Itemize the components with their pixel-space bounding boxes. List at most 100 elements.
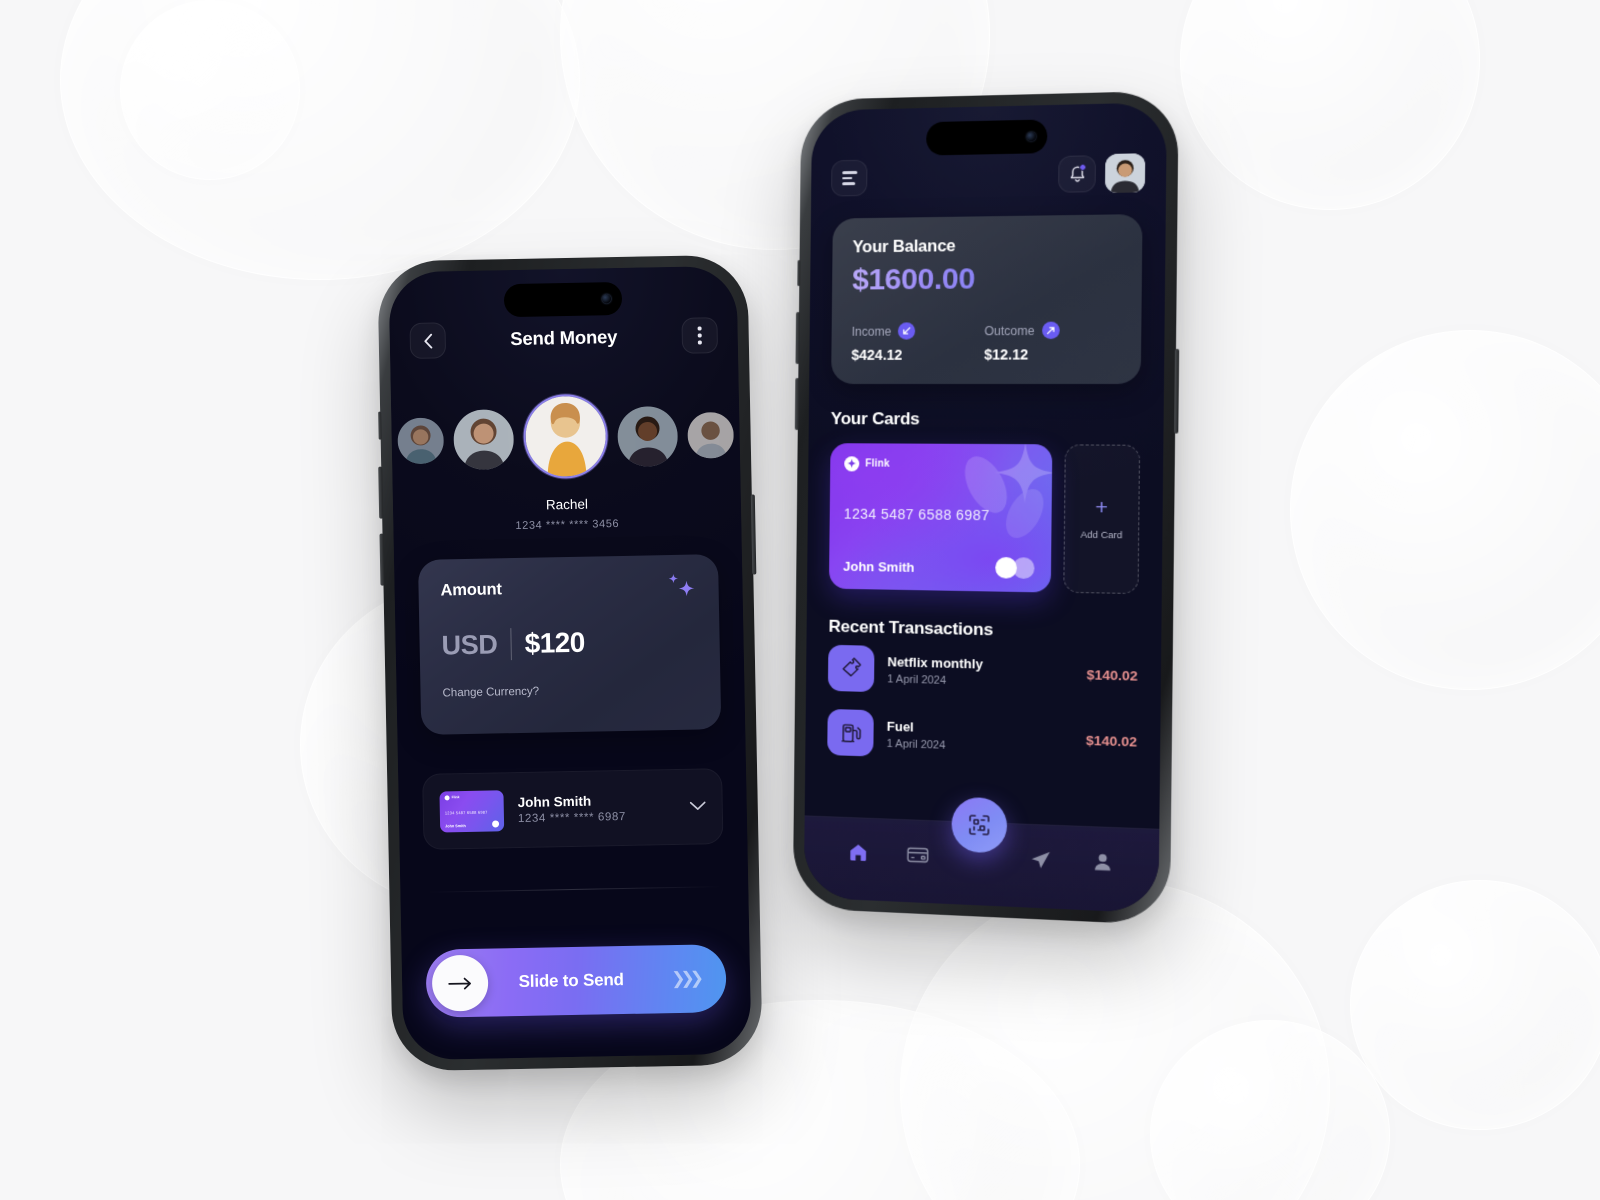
section-divider (426, 886, 723, 893)
transaction-date: 1 April 2024 (886, 737, 946, 752)
back-button[interactable] (409, 322, 447, 360)
income-value: $424.12 (851, 346, 903, 363)
change-currency-link[interactable]: Change Currency? (442, 683, 698, 700)
income-block: Income $424.12 (851, 322, 984, 363)
profile-avatar[interactable] (1104, 153, 1146, 194)
balance-amount: $1600.00 (852, 261, 1121, 298)
silent-switch[interactable] (378, 411, 382, 440)
more-options-button[interactable] (681, 317, 719, 354)
income-badge (898, 322, 916, 340)
home-header (811, 150, 1166, 201)
contact-name: Rachel (545, 496, 589, 513)
fuel-pump-icon (839, 721, 862, 745)
profile-icon (1094, 853, 1111, 871)
menu-button[interactable] (831, 159, 868, 197)
expand-card-selector-button[interactable] (689, 797, 706, 815)
sparkles-icon (668, 574, 695, 597)
card-number: 1234 5487 6588 6987 (843, 505, 990, 524)
card-selector[interactable]: Flink 1234 5487 6588 6987 John Smith Joh… (422, 768, 724, 850)
slide-to-send-button[interactable]: Slide to Send ❯ ❯ ❯ (425, 944, 727, 1018)
transaction-amount: $140.02 (1086, 666, 1138, 684)
home-icon (850, 843, 866, 861)
card-brand-name: Flink (865, 458, 890, 470)
currency-code: USD (441, 629, 498, 661)
dynamic-island (503, 281, 623, 318)
transaction-icon-wrap (827, 644, 875, 693)
volume-down-button[interactable] (794, 378, 800, 431)
nav-home-button[interactable] (843, 836, 873, 867)
income-label: Income (851, 324, 892, 339)
nav-send-button[interactable] (1025, 844, 1056, 876)
plus-icon: + (1095, 495, 1109, 520)
add-card-button[interactable]: + Add Card (1063, 444, 1141, 595)
contact-avatar[interactable] (453, 408, 515, 470)
contact-carousel[interactable] (391, 382, 741, 494)
recent-transactions-title: Recent Transactions (828, 616, 994, 640)
send-icon (1031, 850, 1050, 869)
contact-avatar[interactable] (617, 405, 679, 467)
transaction-row[interactable]: Netflix monthly 1 April 2024 $140.02 (827, 644, 1138, 699)
amount-label: Amount (440, 580, 502, 600)
contact-avatar[interactable] (687, 411, 735, 459)
slide-chevrons-icon: ❯ ❯ ❯ (671, 968, 705, 989)
notifications-button[interactable] (1058, 155, 1096, 193)
mini-card-number: 1234 5487 6588 6987 (444, 809, 488, 815)
your-cards-title: Your Cards (830, 409, 920, 429)
transaction-details: Netflix monthly 1 April 2024 (887, 654, 1073, 690)
volume-down-button[interactable] (379, 533, 385, 586)
avatar-image (524, 395, 607, 477)
mini-card-brand: Flink (444, 794, 460, 800)
menu-icon (841, 171, 857, 185)
amount-card[interactable]: Amount USD $120 Change Currency? (417, 554, 722, 735)
volume-up-button[interactable] (378, 466, 384, 519)
card-decoration-icon (956, 443, 1053, 545)
arrow-up-right-icon (1046, 326, 1055, 335)
balance-title: Your Balance (852, 237, 956, 257)
card-holder-name: John Smith (517, 793, 592, 811)
amount-value: $120 (524, 626, 585, 659)
nav-cards-button[interactable] (903, 839, 934, 871)
chevron-down-icon (689, 801, 706, 810)
outcome-badge (1041, 321, 1060, 340)
more-vertical-icon (697, 326, 702, 345)
outcome-block: Outcome $12.12 (984, 321, 1120, 363)
slide-to-send-label: Slide to Send (518, 970, 624, 992)
volume-up-button[interactable] (795, 312, 801, 365)
avatar-image (617, 405, 679, 467)
card-brand: Flink (844, 456, 890, 472)
silent-switch[interactable] (797, 260, 801, 287)
mini-card-logo (492, 819, 500, 828)
balance-card: Your Balance $1600.00 Income $424.12 Out… (831, 214, 1143, 385)
income-outcome-row: Income $424.12 Outcome $12.12 (851, 321, 1120, 363)
bubble-decoration (1290, 330, 1600, 690)
power-button[interactable] (1174, 348, 1180, 434)
contact-avatar[interactable] (397, 416, 445, 464)
transaction-amount: $140.02 (1085, 732, 1138, 750)
bubble-decoration (1350, 880, 1600, 1130)
mini-card-name: John Smith (445, 823, 466, 828)
page-title: Send Money (510, 326, 618, 350)
mastercard-circles-icon (995, 556, 1035, 579)
transaction-row[interactable]: Fuel 1 April 2024 $140.02 (827, 708, 1138, 765)
notification-badge (1079, 163, 1087, 171)
tickets-icon (839, 656, 863, 681)
front-camera-icon (1026, 131, 1036, 142)
transaction-date: 1 April 2024 (887, 672, 947, 687)
card-holder-name: John Smith (843, 558, 915, 575)
transaction-name: Netflix monthly (887, 653, 983, 672)
transaction-name: Fuel (886, 718, 914, 735)
contact-card-number: 1234 **** **** 3456 (515, 518, 620, 533)
chevron-left-icon (423, 333, 432, 349)
bubble-decoration (120, 0, 300, 180)
selected-contact-avatar[interactable] (522, 393, 609, 479)
nav-profile-button[interactable] (1086, 846, 1118, 878)
outcome-label-row: Outcome (984, 321, 1120, 340)
credit-card[interactable]: Flink 1234 5487 6588 6987 John Smith (828, 443, 1053, 593)
income-label-row: Income (852, 322, 985, 340)
transaction-icon-wrap (827, 708, 874, 757)
arrow-down-left-icon (902, 326, 911, 335)
avatar-image (397, 416, 445, 464)
card-selector-text: John Smith 1234 **** **** 6987 (518, 793, 627, 825)
front-camera-icon (601, 294, 612, 304)
avatar-image (687, 411, 735, 459)
